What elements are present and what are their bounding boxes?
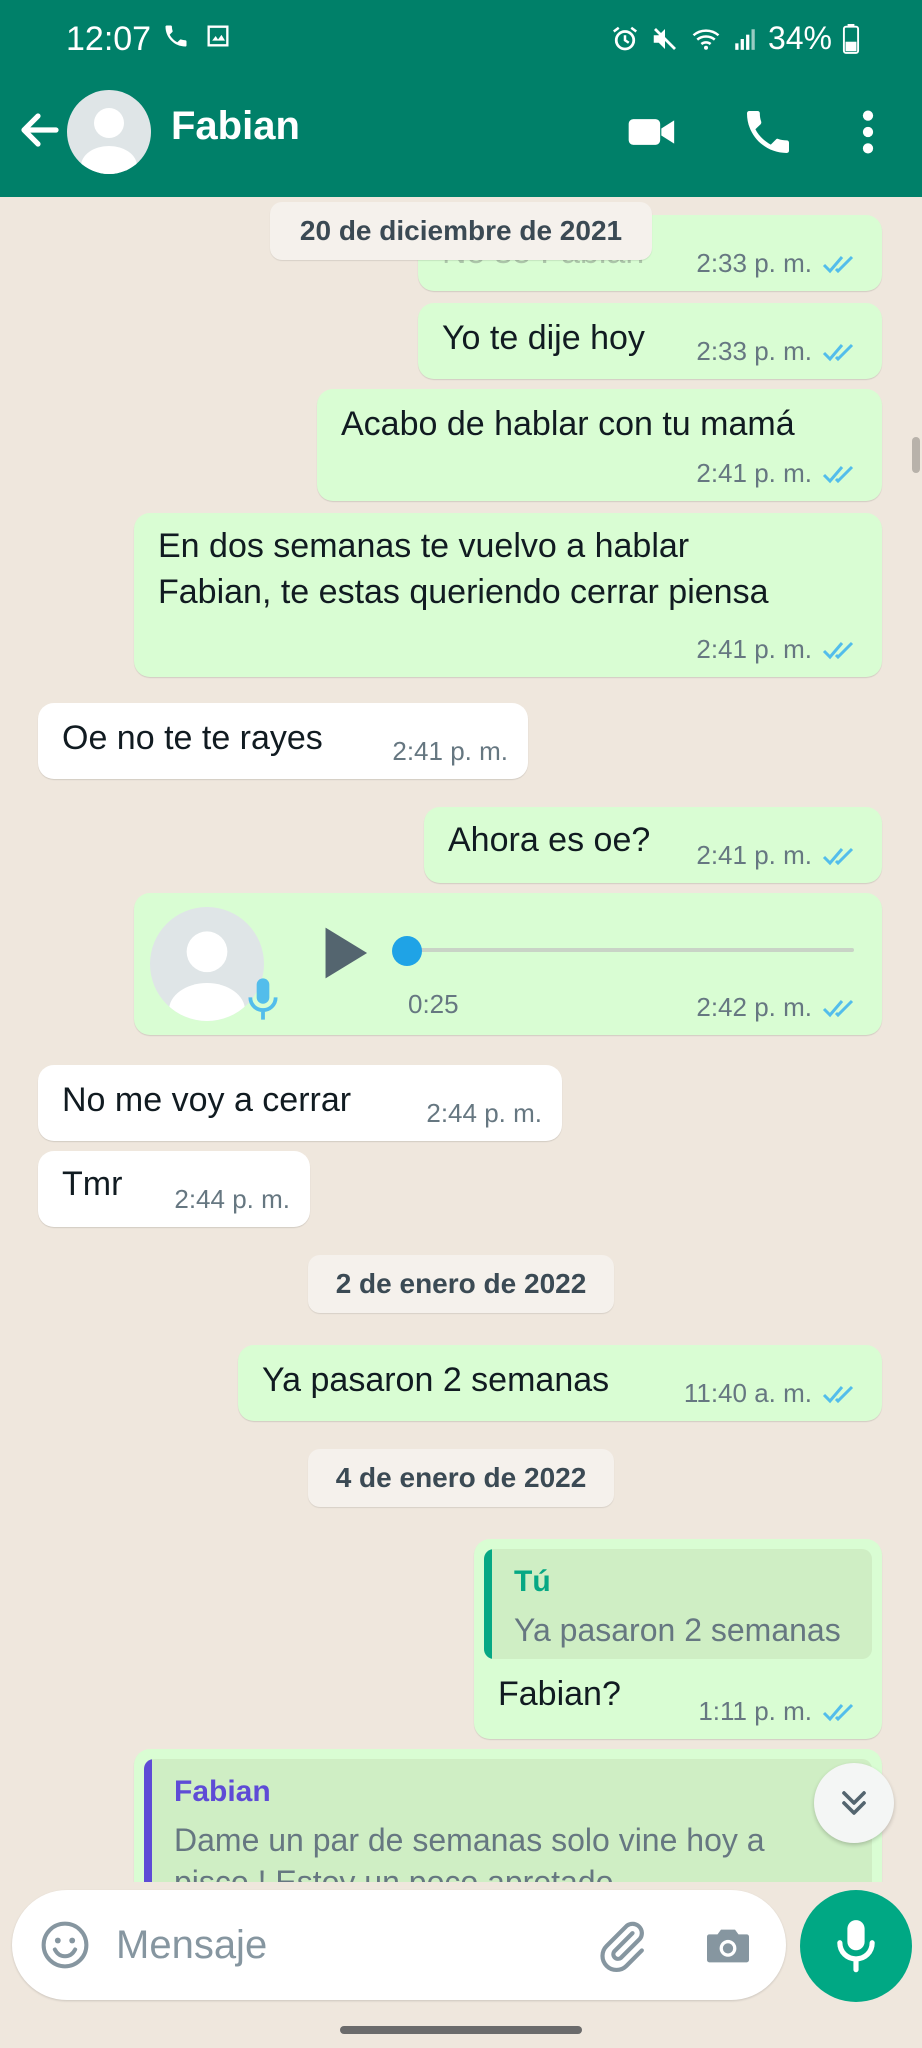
battery-icon [842,23,860,54]
read-ticks-icon [822,465,854,483]
quote-author: Fabian [174,1775,271,1808]
audio-progress-track[interactable] [402,948,854,952]
date-separator: 2 de enero de 2022 [308,1255,614,1313]
quoted-message[interactable]: Fabian Dame un par de semanas solo vine … [144,1759,872,1882]
message-time: 2:41 p. m. [696,458,812,488]
contact-avatar[interactable] [67,90,151,174]
read-ticks-icon [822,343,854,361]
mic-icon [837,1920,875,1973]
scrollbar[interactable] [912,437,920,473]
message-input[interactable] [116,1912,556,1978]
date-separator: 4 de enero de 2022 [308,1449,614,1507]
message-time: 11:40 a. m. [683,1378,812,1408]
read-ticks-icon [822,999,854,1017]
home-gesture-bar[interactable] [340,2026,582,2034]
back-arrow-icon[interactable] [16,106,64,154]
message-outgoing[interactable]: Acabo de hablar con tu mamá 2:41 p. m. [317,389,882,501]
message-text: Yo te dije hoy [442,319,645,357]
status-time: 12:07 [66,20,152,58]
message-text: Tmr [62,1165,123,1203]
quote-text: Dame un par de semanas solo vine hoy a p… [174,1822,765,1882]
call-status-icon [165,25,187,47]
message-text: No me voy a cerrar [62,1081,352,1119]
battery-percent: 34% [767,20,832,56]
more-vert-icon[interactable] [840,104,896,160]
signal-icon [735,28,755,50]
quoted-message[interactable]: Tú Ya pasaron 2 semanas [484,1549,872,1659]
camera-icon[interactable] [700,1918,756,1974]
chat-area[interactable]: No se Fabian 2:33 p. m. 20 de diciembre … [0,197,922,1882]
message-text: Acabo de hablar con tu mamá [341,405,795,443]
alarm-icon [612,26,637,50]
message-time: 2:41 p. m. [696,634,812,664]
read-ticks-icon [822,1385,854,1403]
play-icon[interactable] [316,923,372,983]
avatar-icon [81,108,137,174]
audio-duration: 0:25 [408,989,459,1019]
message-outgoing-reply[interactable]: Fabian Dame un par de semanas solo vine … [134,1749,882,1882]
message-incoming[interactable]: No me voy a cerrar 2:44 p. m. [38,1065,562,1141]
message-text: En dos semanas te vuelvo a hablar Fabian… [158,527,769,611]
message-time: 1:11 p. m. [698,1696,812,1726]
message-text: Ahora es oe? [448,821,651,859]
gallery-status-icon [207,25,229,47]
quote-text: Ya pasaron 2 semanas [514,1612,841,1648]
message-composer [12,1890,786,2000]
message-time: 2:33 p. m. [696,336,812,366]
scroll-to-bottom-button[interactable] [814,1763,894,1843]
message-time: 2:41 p. m. [392,736,508,766]
message-time: 2:44 p. m. [174,1184,290,1214]
message-outgoing[interactable]: Ahora es oe? 2:41 p. m. [424,807,882,883]
message-time: 2:44 p. m. [426,1098,542,1128]
system-nav-bar [0,2014,922,2048]
wifi-icon [692,28,720,50]
read-ticks-icon [822,641,854,659]
message-incoming[interactable]: Tmr 2:44 p. m. [38,1151,310,1227]
mute-icon [653,27,676,50]
message-outgoing[interactable]: Ya pasaron 2 semanas 11:40 a. m. [238,1345,882,1421]
read-ticks-icon [822,847,854,865]
app-header: 12:07 34% Fabian [0,0,922,197]
voice-message[interactable]: 0:25 2:42 p. m. [134,893,882,1035]
message-outgoing[interactable]: Yo te dije hoy 2:33 p. m. [418,303,882,379]
chevron-double-down-icon [842,1791,866,1815]
message-time: 2:42 p. m. [696,992,812,1022]
read-ticks-icon [822,1703,854,1721]
video-call-icon[interactable] [624,104,680,160]
message-time: 2:33 p. m. [696,248,812,278]
voice-record-button[interactable] [800,1890,912,2002]
read-ticks-icon [822,255,854,273]
message-outgoing-reply[interactable]: Tú Ya pasaron 2 semanas Fabian? 1:11 p. … [474,1539,882,1739]
date-separator: 20 de diciembre de 2021 [270,202,652,260]
message-text: Fabian? [498,1675,621,1713]
audio-progress-thumb[interactable] [392,936,422,966]
attach-icon[interactable] [594,1918,650,1974]
status-bar: 12:07 34% [0,0,922,78]
message-time: 2:41 p. m. [696,840,812,870]
message-outgoing[interactable]: En dos semanas te vuelvo a hablar Fabian… [134,513,882,677]
phone-icon[interactable] [740,104,796,160]
contact-name[interactable]: Fabian [171,104,300,149]
message-text: Ya pasaron 2 semanas [262,1361,610,1399]
quote-author: Tú [514,1565,551,1598]
message-text: Oe no te te rayes [62,719,323,757]
emoji-icon[interactable] [38,1918,92,1972]
mic-badge-icon [248,978,278,1020]
message-incoming[interactable]: Oe no te te rayes 2:41 p. m. [38,703,528,779]
